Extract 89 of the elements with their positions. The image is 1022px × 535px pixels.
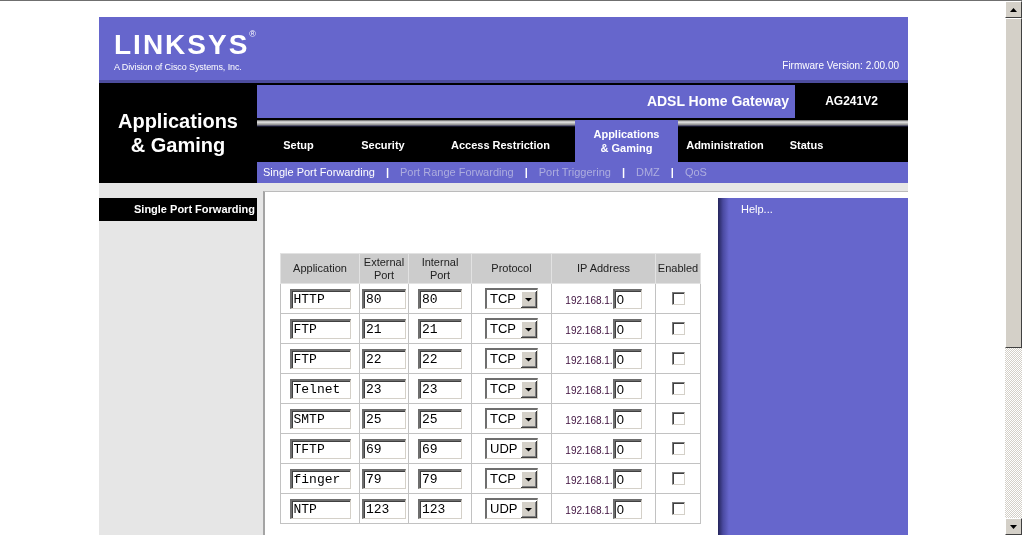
tagline: A Division of Cisco Systems, Inc. — [114, 62, 242, 73]
external-port-field[interactable]: 123 — [362, 498, 406, 519]
nav-tab[interactable]: Applications & Gaming — [575, 120, 678, 162]
subnav-link[interactable]: Single Port Forwarding — [263, 165, 384, 180]
protocol-select[interactable]: TCP — [485, 318, 538, 339]
internal-port-field[interactable]: 21 — [418, 318, 462, 339]
external-port-field[interactable]: 25 — [362, 408, 406, 429]
application-field[interactable]: FTP — [289, 318, 351, 339]
protocol-select[interactable]: TCP — [485, 408, 538, 429]
dropdown-arrow-icon — [521, 350, 537, 368]
external-port-field[interactable]: 21 — [362, 318, 406, 339]
help-link[interactable]: Help... — [741, 203, 773, 215]
scroll-down-button[interactable] — [1005, 518, 1022, 535]
ip-last-octet-field[interactable]: 0 — [612, 438, 642, 459]
nav-separator: | — [669, 165, 675, 180]
column-header: External Port — [359, 253, 409, 284]
ip-prefix: 192.168.1. — [565, 445, 613, 456]
down-arrow-icon — [1010, 524, 1017, 529]
internal-port-field[interactable]: 123 — [418, 498, 462, 519]
column-header: Internal Port — [408, 253, 472, 284]
dropdown-arrow-icon — [521, 500, 537, 518]
ip-last-octet-field[interactable]: 0 — [612, 498, 642, 519]
protocol-select[interactable]: TCP — [485, 288, 538, 309]
internal-port-field[interactable]: 80 — [418, 288, 462, 309]
application-field[interactable]: HTTP — [289, 288, 351, 309]
internal-port-field[interactable]: 69 — [418, 438, 462, 459]
protocol-select[interactable]: UDP — [485, 498, 538, 519]
dropdown-arrow-icon — [521, 290, 537, 308]
product-name: ADSL Home Gateway — [646, 93, 789, 110]
enabled-checkbox[interactable] — [671, 322, 685, 336]
dropdown-arrow-icon — [521, 380, 537, 398]
nav-separator: | — [384, 165, 390, 180]
nav-separator: | — [620, 165, 626, 180]
application-field[interactable]: SMTP — [289, 408, 351, 429]
external-port-field[interactable]: 22 — [362, 348, 406, 369]
ip-last-octet-field[interactable]: 0 — [612, 318, 642, 339]
internal-port-field[interactable]: 23 — [418, 378, 462, 399]
ip-prefix: 192.168.1. — [565, 505, 613, 516]
enabled-checkbox[interactable] — [671, 442, 685, 456]
application-field[interactable]: finger — [289, 468, 351, 489]
protocol-select[interactable]: TCP — [485, 468, 538, 489]
enabled-checkbox[interactable] — [671, 472, 685, 486]
application-field[interactable]: TFTP — [289, 438, 351, 459]
protocol-select[interactable]: UDP — [485, 438, 538, 459]
ip-last-octet-field[interactable]: 0 — [612, 288, 642, 309]
ip-prefix: 192.168.1. — [565, 475, 613, 486]
column-header: Enabled — [655, 253, 701, 284]
column-header: Protocol — [471, 253, 552, 284]
application-field[interactable]: FTP — [289, 348, 351, 369]
ip-last-octet-field[interactable]: 0 — [612, 378, 642, 399]
dropdown-arrow-icon — [521, 470, 537, 488]
internal-port-field[interactable]: 22 — [418, 348, 462, 369]
ip-prefix: 192.168.1. — [565, 355, 613, 366]
ip-prefix: 192.168.1. — [565, 325, 613, 336]
ip-last-octet-field[interactable]: 0 — [612, 408, 642, 429]
ip-last-octet-field[interactable]: 0 — [612, 468, 642, 489]
column-header: Application — [280, 253, 360, 284]
application-field[interactable]: Telnet — [289, 378, 351, 399]
scroll-up-button[interactable] — [1005, 1, 1022, 18]
ip-last-octet-field[interactable]: 0 — [612, 348, 642, 369]
model-number: AG241V2 — [825, 94, 878, 109]
up-arrow-icon — [1010, 7, 1017, 12]
external-port-field[interactable]: 80 — [362, 288, 406, 309]
application-field[interactable]: NTP — [289, 498, 351, 519]
scroll-thumb[interactable] — [1005, 18, 1022, 348]
firmware-version: Firmware Version: 2.00.00 — [782, 60, 899, 72]
enabled-checkbox[interactable] — [671, 502, 685, 516]
enabled-checkbox[interactable] — [671, 352, 685, 366]
external-port-field[interactable]: 69 — [362, 438, 406, 459]
external-port-field[interactable]: 23 — [362, 378, 406, 399]
sidebar-heading: Single Port Forwarding — [134, 202, 255, 217]
enabled-checkbox[interactable] — [671, 412, 685, 426]
dropdown-arrow-icon — [521, 320, 537, 338]
dropdown-arrow-icon — [521, 410, 537, 428]
dropdown-arrow-icon — [521, 440, 537, 458]
ip-prefix: 192.168.1. — [565, 295, 613, 306]
internal-port-field[interactable]: 25 — [418, 408, 462, 429]
logo: LINKSYS$^{®}$ — [114, 31, 256, 59]
section-title: Applications & Gaming — [117, 109, 239, 157]
nav-separator: | — [523, 165, 529, 180]
column-header: IP Address — [551, 253, 656, 284]
enabled-checkbox[interactable] — [671, 292, 685, 306]
protocol-select[interactable]: TCP — [485, 348, 538, 369]
ip-prefix: 192.168.1. — [565, 415, 613, 426]
external-port-field[interactable]: 79 — [362, 468, 406, 489]
internal-port-field[interactable]: 79 — [418, 468, 462, 489]
ip-prefix: 192.168.1. — [565, 385, 613, 396]
protocol-select[interactable]: TCP — [485, 378, 538, 399]
enabled-checkbox[interactable] — [671, 382, 685, 396]
